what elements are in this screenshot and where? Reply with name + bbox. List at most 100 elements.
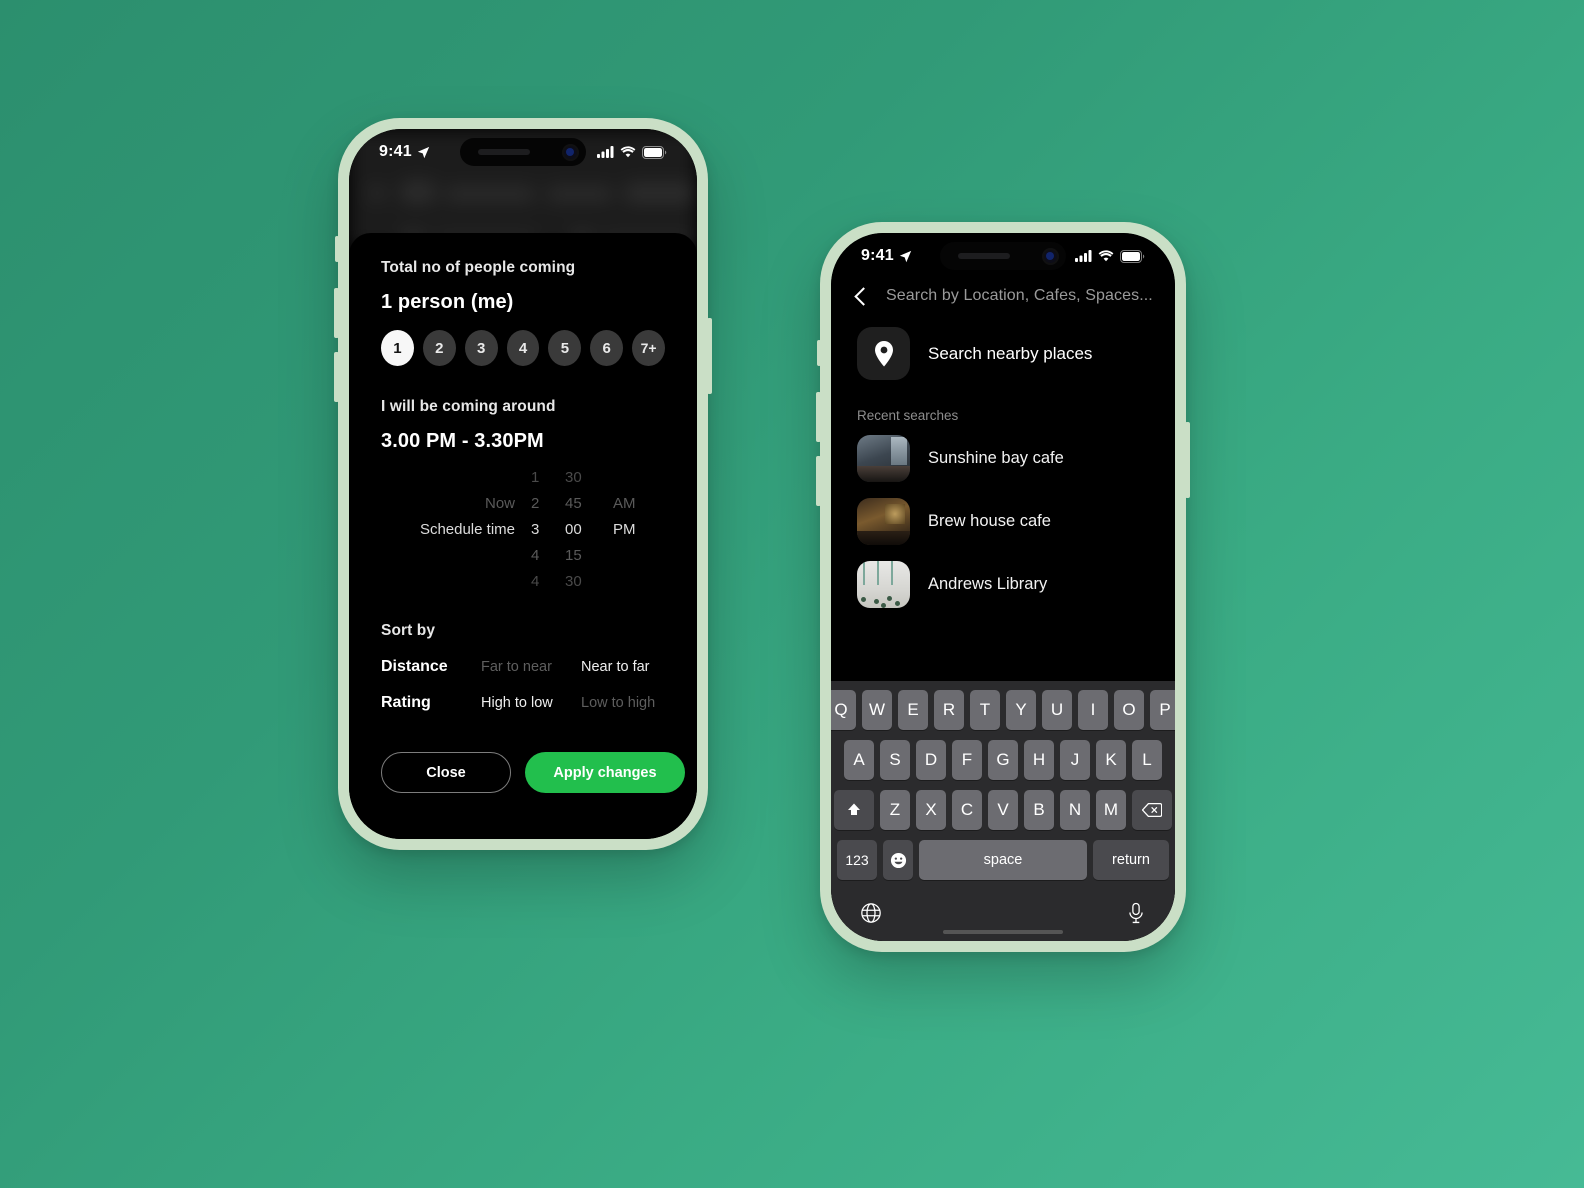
place-thumbnail [857, 498, 910, 545]
keyboard-row-2: A S D F G H J K L [834, 740, 1172, 780]
wifi-icon [620, 146, 636, 158]
power-button[interactable] [707, 318, 712, 394]
wifi-icon [1098, 250, 1114, 262]
time-picker-row-selected[interactable]: Schedule time 3 00 PM [381, 521, 665, 538]
sort-option-near-to-far[interactable]: Near to far [581, 659, 650, 675]
key-s[interactable]: S [880, 740, 910, 780]
sort-section: Sort by Distance Far to near Near to far… [381, 622, 665, 712]
list-item-label: Andrews Library [928, 575, 1048, 593]
shift-arrow-icon[interactable] [834, 790, 874, 830]
list-item-label: Brew house cafe [928, 512, 1051, 530]
key-i[interactable]: I [1078, 690, 1108, 730]
key-n[interactable]: N [1060, 790, 1090, 830]
time-row-hour: 2 [531, 495, 540, 512]
list-item[interactable]: Andrews Library [857, 561, 1149, 608]
sort-option-high-to-low[interactable]: High to low [481, 695, 581, 711]
keyboard-row-3: Z X C V B N M [834, 790, 1172, 830]
space-key[interactable]: space [919, 840, 1087, 880]
sort-option-low-to-high[interactable]: Low to high [581, 695, 655, 711]
key-g[interactable]: G [988, 740, 1018, 780]
volume-up-button[interactable] [816, 392, 821, 442]
mute-switch[interactable] [817, 340, 821, 366]
key-e[interactable]: E [898, 690, 928, 730]
keyboard-bottom-row [834, 890, 1172, 941]
people-section: Total no of people coming 1 person (me) … [381, 259, 666, 366]
people-chip-1[interactable]: 1 [381, 330, 414, 366]
power-button[interactable] [1185, 422, 1190, 498]
key-t[interactable]: T [970, 690, 1000, 730]
sort-label-rating: Rating [381, 694, 431, 711]
front-camera [562, 143, 579, 161]
time-picker-row[interactable]: 4 15 [381, 547, 665, 564]
key-u[interactable]: U [1042, 690, 1072, 730]
key-d[interactable]: D [916, 740, 946, 780]
numbers-key[interactable]: 123 [837, 840, 877, 880]
volume-down-button[interactable] [816, 456, 821, 506]
key-m[interactable]: M [1096, 790, 1126, 830]
key-p[interactable]: P [1150, 690, 1175, 730]
list-item-label: Sunshine bay cafe [928, 449, 1064, 467]
time-picker-row[interactable]: 4 30 [381, 573, 665, 590]
key-c[interactable]: C [952, 790, 982, 830]
people-chip-3[interactable]: 3 [464, 330, 498, 366]
key-x[interactable]: X [916, 790, 946, 830]
cellular-icon [1075, 250, 1092, 262]
key-y[interactable]: Y [1006, 690, 1036, 730]
key-k[interactable]: K [1096, 740, 1126, 780]
sheet-actions: Close Apply changes [381, 752, 685, 793]
close-button[interactable]: Close [381, 752, 511, 793]
people-chip-4[interactable]: 4 [506, 330, 540, 366]
key-h[interactable]: H [1024, 740, 1054, 780]
people-chip-6[interactable]: 6 [590, 330, 624, 366]
key-f[interactable]: F [952, 740, 982, 780]
search-nearby-places-row[interactable]: Search nearby places [831, 305, 1175, 380]
volume-up-button[interactable] [334, 288, 339, 338]
return-key[interactable]: return [1093, 840, 1169, 880]
apply-changes-button[interactable]: Apply changes [525, 752, 685, 793]
key-j[interactable]: J [1060, 740, 1090, 780]
time-row-minute: 15 [565, 547, 582, 564]
phone-right: 9:41 Search by Location, Cafes, Spaces..… [816, 222, 1190, 952]
filter-sheet: Total no of people coming 1 person (me) … [349, 233, 697, 839]
time-picker[interactable]: 1 30 Now 2 45 AM Schedule time 3 00 PM 4… [381, 469, 665, 590]
key-z[interactable]: Z [880, 790, 910, 830]
emoji-smiley-icon[interactable] [883, 840, 913, 880]
sort-label-distance: Distance [381, 658, 448, 675]
mute-switch[interactable] [335, 236, 339, 262]
time-row-hour: 4 [531, 573, 540, 590]
people-chip-5[interactable]: 5 [548, 330, 582, 366]
time-row-ampm: AM [613, 495, 636, 512]
battery-icon [1120, 249, 1145, 263]
time-row-minute: 45 [565, 495, 582, 512]
chevron-left-icon[interactable] [854, 286, 873, 306]
list-item[interactable]: Sunshine bay cafe [857, 435, 1149, 482]
people-chip-7plus[interactable]: 7+ [632, 330, 666, 366]
time-picker-row[interactable]: Now 2 45 AM [381, 495, 665, 512]
phone-left-body: 9:41 Total no of people coming 1 person … [349, 129, 697, 839]
search-nearby-places-label: Search nearby places [928, 343, 1093, 363]
earpiece-speaker [958, 253, 1010, 259]
key-v[interactable]: V [988, 790, 1018, 830]
recent-searches-list: Sunshine bay cafe Brew house cafe Andrew… [831, 423, 1175, 608]
key-a[interactable]: A [844, 740, 874, 780]
search-input[interactable]: Search by Location, Cafes, Spaces... [886, 287, 1153, 305]
key-q[interactable]: Q [831, 690, 856, 730]
key-w[interactable]: W [862, 690, 892, 730]
phone-right-body: 9:41 Search by Location, Cafes, Spaces..… [831, 233, 1175, 941]
key-b[interactable]: B [1024, 790, 1054, 830]
sort-option-far-to-near[interactable]: Far to near [481, 659, 581, 675]
status-icons-left [597, 145, 667, 159]
key-r[interactable]: R [934, 690, 964, 730]
status-time-right: 9:41 [861, 247, 912, 265]
microphone-icon[interactable] [1126, 902, 1146, 929]
key-o[interactable]: O [1114, 690, 1144, 730]
list-item[interactable]: Brew house cafe [857, 498, 1149, 545]
on-screen-keyboard: Q W E R T Y U I O P A S D F G H J K L Z … [831, 681, 1175, 941]
people-chip-2[interactable]: 2 [422, 330, 456, 366]
globe-icon[interactable] [860, 902, 882, 929]
time-selected-value: 3.00 PM - 3.30PM [381, 430, 544, 452]
key-l[interactable]: L [1132, 740, 1162, 780]
volume-down-button[interactable] [334, 352, 339, 402]
backspace-icon[interactable] [1132, 790, 1172, 830]
time-picker-row[interactable]: 1 30 [381, 469, 665, 486]
